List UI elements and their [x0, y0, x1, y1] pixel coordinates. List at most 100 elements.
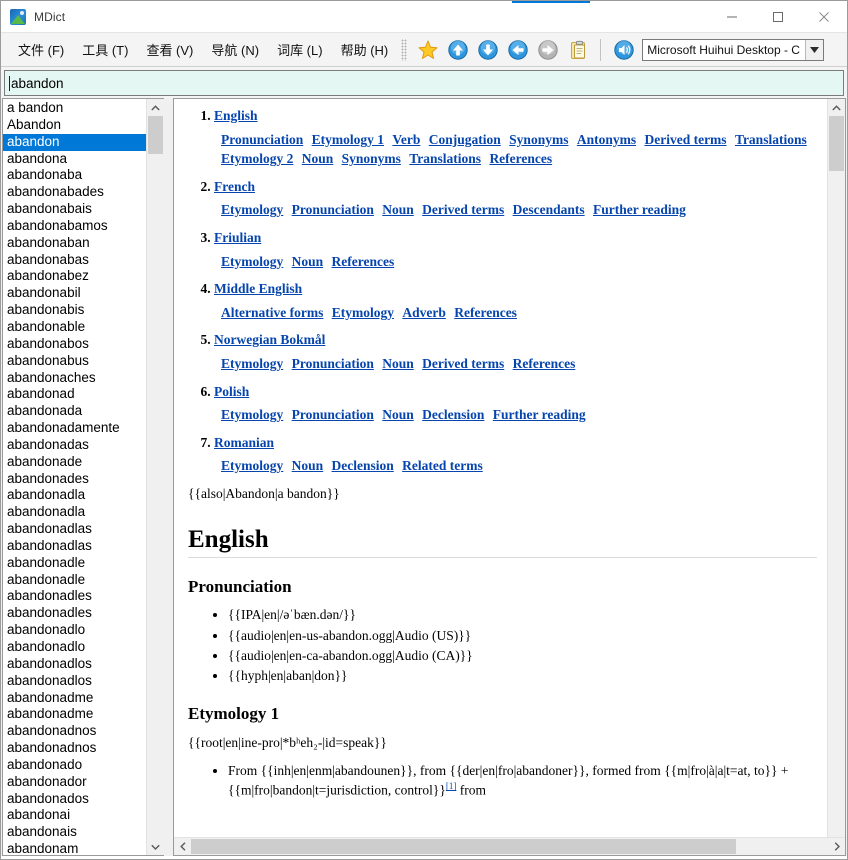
- toc-subsection-link[interactable]: Verb: [392, 132, 420, 147]
- toc-subsection-link[interactable]: Further reading: [593, 202, 686, 217]
- list-item[interactable]: abandonadas: [3, 437, 146, 454]
- scroll-up-icon[interactable]: [444, 36, 471, 63]
- toc-subsection-link[interactable]: Derived terms: [422, 356, 504, 371]
- toc-subsection-link[interactable]: Pronunciation: [221, 132, 303, 147]
- toc-subsection-link[interactable]: Noun: [382, 407, 414, 422]
- chevron-right-icon[interactable]: [828, 838, 845, 855]
- toc-subsection-link[interactable]: Etymology 2: [221, 151, 293, 166]
- toolbar-grip[interactable]: [401, 38, 408, 61]
- list-item[interactable]: abandonabades: [3, 184, 146, 201]
- close-icon[interactable]: [801, 1, 847, 32]
- list-item[interactable]: abandonadlas: [3, 538, 146, 555]
- list-item[interactable]: abandonabamos: [3, 218, 146, 235]
- chevron-down-icon[interactable]: [805, 39, 824, 60]
- speaker-icon[interactable]: [610, 36, 637, 63]
- list-item[interactable]: abandonaban: [3, 235, 146, 252]
- toc-subsection-link[interactable]: References: [454, 305, 517, 320]
- search-input[interactable]: abandon: [4, 70, 844, 96]
- list-item[interactable]: abandonadme: [3, 690, 146, 707]
- toc-subsection-link[interactable]: Translations: [409, 151, 481, 166]
- list-item[interactable]: abandonadamente: [3, 420, 146, 437]
- menu-item-tools[interactable]: 工具 (T): [73, 36, 137, 63]
- toc-subsection-link[interactable]: Pronunciation: [292, 202, 374, 217]
- list-item[interactable]: abandonabas: [3, 252, 146, 269]
- toc-language-link[interactable]: Norwegian Bokmål: [214, 332, 325, 347]
- list-item[interactable]: abandonadles: [3, 588, 146, 605]
- toc-subsection-link[interactable]: Declension: [422, 407, 484, 422]
- chevron-left-icon[interactable]: [174, 838, 191, 855]
- list-item[interactable]: abandonadles: [3, 605, 146, 622]
- definition-scroll-thumb[interactable]: [829, 116, 844, 171]
- toc-subsection-link[interactable]: References: [332, 254, 395, 269]
- list-item[interactable]: abandonais: [3, 824, 146, 841]
- reference-link[interactable]: [1]: [446, 781, 457, 791]
- list-item[interactable]: abandonadla: [3, 487, 146, 504]
- list-item[interactable]: Abandon: [3, 117, 146, 134]
- list-item[interactable]: abandonadlos: [3, 656, 146, 673]
- toc-subsection-link[interactable]: Synonyms: [509, 132, 568, 147]
- toc-subsection-link[interactable]: Noun: [302, 151, 334, 166]
- toc-subsection-link[interactable]: Declension: [332, 458, 394, 473]
- list-item[interactable]: a bandon: [3, 100, 146, 117]
- toc-subsection-link[interactable]: Noun: [382, 202, 414, 217]
- word-list-scroll-thumb[interactable]: [148, 116, 163, 154]
- definition-scrollbar[interactable]: [827, 99, 845, 837]
- forward-icon[interactable]: [534, 36, 561, 63]
- word-list-scrollbar[interactable]: [146, 99, 164, 855]
- toc-subsection-link[interactable]: References: [489, 151, 552, 166]
- toc-subsection-link[interactable]: Alternative forms: [221, 305, 323, 320]
- list-item[interactable]: abandon: [3, 133, 146, 151]
- list-item[interactable]: abandonadnos: [3, 740, 146, 757]
- toc-subsection-link[interactable]: Noun: [292, 254, 324, 269]
- chevron-down-icon[interactable]: [147, 838, 164, 855]
- toc-subsection-link[interactable]: Pronunciation: [292, 356, 374, 371]
- list-item[interactable]: abandonaches: [3, 370, 146, 387]
- scroll-down-icon[interactable]: [474, 36, 501, 63]
- list-item[interactable]: abandonadle: [3, 572, 146, 589]
- list-item[interactable]: abandonable: [3, 319, 146, 336]
- toc-subsection-link[interactable]: Related terms: [402, 458, 483, 473]
- toc-language-link[interactable]: Friulian: [214, 230, 261, 245]
- list-item[interactable]: abandonado: [3, 757, 146, 774]
- list-item[interactable]: abandonadle: [3, 555, 146, 572]
- list-item[interactable]: abandonadnos: [3, 723, 146, 740]
- list-item[interactable]: abandonabil: [3, 285, 146, 302]
- list-item[interactable]: abandonam: [3, 841, 146, 855]
- clipboard-icon[interactable]: [564, 36, 591, 63]
- favorite-star-icon[interactable]: [414, 36, 441, 63]
- toc-subsection-link[interactable]: Etymology: [221, 254, 283, 269]
- toc-subsection-link[interactable]: Etymology 1: [312, 132, 384, 147]
- toc-subsection-link[interactable]: Etymology: [221, 202, 283, 217]
- maximize-icon[interactable]: [755, 1, 801, 32]
- list-item[interactable]: abandonades: [3, 471, 146, 488]
- toc-subsection-link[interactable]: Noun: [382, 356, 414, 371]
- toc-subsection-link[interactable]: Etymology: [221, 356, 283, 371]
- toc-language-link[interactable]: French: [214, 179, 255, 194]
- menu-item-file[interactable]: 文件 (F): [9, 36, 73, 63]
- toc-subsection-link[interactable]: Derived terms: [422, 202, 504, 217]
- toc-subsection-link[interactable]: Adverb: [402, 305, 446, 320]
- list-item[interactable]: abandona: [3, 151, 146, 168]
- list-item[interactable]: abandonados: [3, 791, 146, 808]
- chevron-up-icon[interactable]: [828, 99, 845, 116]
- toc-subsection-link[interactable]: Noun: [292, 458, 324, 473]
- list-item[interactable]: abandonadla: [3, 504, 146, 521]
- list-item[interactable]: abandonadlo: [3, 622, 146, 639]
- toc-subsection-link[interactable]: Pronunciation: [292, 407, 374, 422]
- back-icon[interactable]: [504, 36, 531, 63]
- toc-subsection-link[interactable]: Etymology: [332, 305, 394, 320]
- menu-item-library[interactable]: 词库 (L): [268, 36, 332, 63]
- list-item[interactable]: abandonadlas: [3, 521, 146, 538]
- voice-select[interactable]: Microsoft Huihui Desktop - C: [642, 38, 825, 61]
- definition-hscrollbar[interactable]: [174, 837, 845, 855]
- menu-item-navigate[interactable]: 导航 (N): [202, 36, 268, 63]
- list-item[interactable]: abandonabais: [3, 201, 146, 218]
- menu-item-view[interactable]: 查看 (V): [137, 36, 202, 63]
- toc-subsection-link[interactable]: Descendants: [513, 202, 585, 217]
- minimize-icon[interactable]: [709, 1, 755, 32]
- toc-subsection-link[interactable]: Etymology: [221, 458, 283, 473]
- toc-language-link[interactable]: Polish: [214, 384, 249, 399]
- toc-subsection-link[interactable]: Further reading: [493, 407, 586, 422]
- toc-subsection-link[interactable]: Etymology: [221, 407, 283, 422]
- list-item[interactable]: abandonadlo: [3, 639, 146, 656]
